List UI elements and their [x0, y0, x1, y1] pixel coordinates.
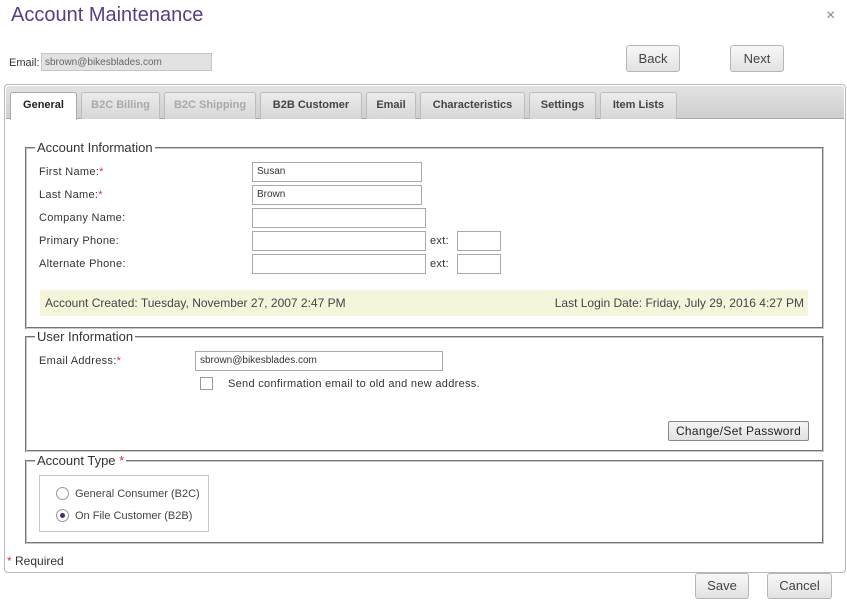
change-password-button[interactable]: Change/Set Password [668, 421, 809, 441]
primary-ext-field[interactable] [457, 231, 501, 251]
tab-b2b-customer[interactable]: B2B Customer [260, 92, 362, 119]
first-name-label: First Name:* [39, 166, 104, 178]
required-marker: * [116, 355, 122, 367]
tab-email[interactable]: Email [366, 92, 416, 119]
tab-item-lists[interactable]: Item Lists [600, 92, 677, 119]
account-dates-bar: Account Created: Tuesday, November 27, 2… [40, 290, 808, 316]
company-name-label: Company Name: [39, 212, 126, 224]
alternate-phone-field[interactable] [252, 254, 426, 274]
tab-b2c-shipping[interactable]: B2C Shipping [164, 92, 256, 119]
close-icon[interactable]: × [826, 8, 835, 24]
account-created-text: Account Created: Tuesday, November 27, 2… [45, 296, 346, 310]
alternate-ext-label: ext: [430, 258, 449, 270]
primary-phone-label: Primary Phone: [39, 235, 120, 247]
company-name-field[interactable] [252, 208, 426, 228]
tab-general[interactable]: General [10, 92, 77, 120]
last-login-text: Last Login Date: Friday, July 29, 2016 4… [554, 296, 804, 310]
user-info-legend: User Information [37, 329, 134, 344]
header-email-label: Email: [9, 57, 40, 69]
first-name-field[interactable]: Susan [252, 162, 422, 182]
header-email-field: sbrown@bikesblades.com [41, 53, 212, 71]
primary-ext-label: ext: [430, 235, 449, 247]
tab-characteristics[interactable]: Characteristics [420, 92, 525, 119]
primary-phone-field[interactable] [252, 231, 426, 251]
alternate-phone-label: Alternate Phone: [39, 258, 126, 270]
account-type-legend: Account Type * [37, 453, 125, 468]
account-info-legend: Account Information [37, 140, 153, 155]
radio-on-file-customer[interactable] [56, 509, 69, 522]
required-marker: * [98, 189, 103, 201]
required-note: * Required [7, 554, 64, 568]
dialog-title: Account Maintenance [11, 4, 204, 26]
on-file-customer-label: On File Customer (B2B) [75, 510, 193, 522]
required-marker: * [119, 453, 125, 468]
required-marker: * [7, 554, 12, 568]
radio-general-consumer[interactable] [56, 487, 69, 500]
save-button[interactable]: Save [695, 573, 749, 599]
last-name-field[interactable]: Brown [252, 185, 422, 205]
confirm-email-checkbox[interactable] [200, 377, 213, 390]
back-button[interactable]: Back [626, 45, 680, 72]
required-marker: * [99, 166, 104, 178]
general-consumer-label: General Consumer (B2C) [75, 488, 200, 500]
cancel-button[interactable]: Cancel [767, 573, 832, 599]
next-button[interactable]: Next [730, 45, 784, 72]
tab-bar: General B2C Billing B2C Shipping B2B Cus… [6, 86, 844, 120]
last-name-label: Last Name:* [39, 189, 103, 201]
confirm-email-label: Send confirmation email to old and new a… [228, 378, 480, 390]
email-address-label: Email Address:* [39, 355, 122, 367]
tab-settings[interactable]: Settings [529, 92, 596, 119]
alternate-ext-field[interactable] [457, 254, 501, 274]
tab-b2c-billing[interactable]: B2C Billing [81, 92, 160, 119]
email-address-field[interactable]: sbrown@bikesblades.com [195, 351, 443, 371]
account-type-options: General Consumer (B2C) On File Customer … [39, 475, 209, 532]
